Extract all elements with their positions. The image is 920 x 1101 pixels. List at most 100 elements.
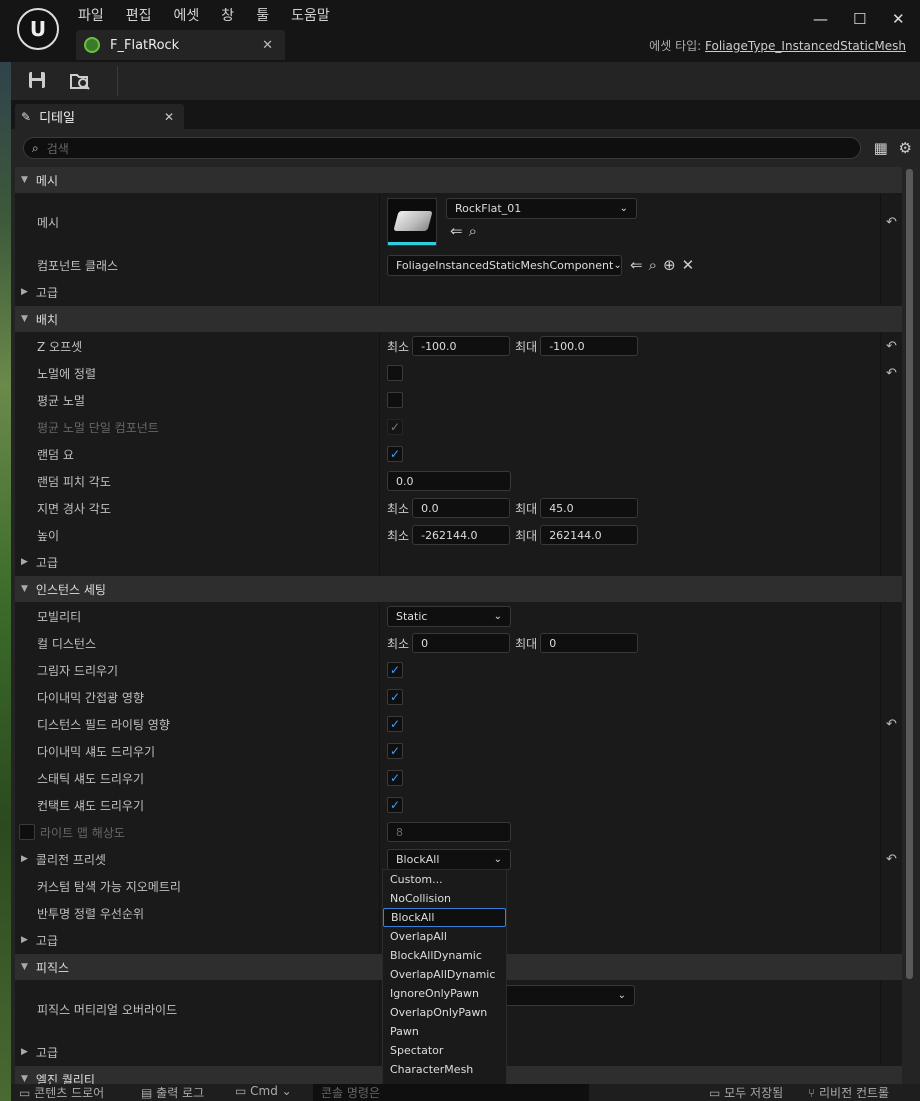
tab-details[interactable]: ✎ 디테일 ✕ <box>15 104 184 129</box>
dropdown-option[interactable]: Spectator <box>383 1041 506 1060</box>
menu-window[interactable]: 창 <box>221 5 234 25</box>
category-mesh[interactable]: ▼ 메시 <box>15 167 902 194</box>
cast-contact-shadow-checkbox[interactable] <box>387 797 403 813</box>
browse-icon[interactable]: ⌕ <box>469 222 477 240</box>
component-class-combo[interactable]: FoliageInstancedStaticMeshComponent ⌄ <box>387 254 622 276</box>
random-yaw-checkbox[interactable] <box>387 446 403 462</box>
reset-icon[interactable]: ↶ <box>880 711 902 737</box>
height-max-input[interactable]: 262144.0 <box>540 525 639 545</box>
use-selected-icon[interactable]: ⇐ <box>630 256 643 274</box>
cull-max-input[interactable]: 0 <box>540 633 639 653</box>
prop-affect-df-lighting: 디스턴스 필드 라이팅 영향 ↶ <box>15 711 902 738</box>
add-icon[interactable]: ⊕ <box>663 256 676 274</box>
dropdown-option[interactable]: NoCollision <box>383 889 506 908</box>
lightmap-override-checkbox[interactable] <box>19 824 35 840</box>
affect-dynamic-gi-checkbox[interactable] <box>387 689 403 705</box>
browse-icon[interactable]: ⌕ <box>649 256 657 274</box>
maximize-icon[interactable]: ☐ <box>853 10 866 28</box>
advanced-label: 고급 <box>35 933 59 948</box>
dropdown-option[interactable]: CharacterMesh <box>383 1060 506 1079</box>
search-input[interactable]: ⌕ 검색 <box>23 137 861 159</box>
reset-icon[interactable]: ↶ <box>880 846 902 872</box>
save-all-button[interactable]: ▭ 모두 저장됨 <box>709 1084 783 1101</box>
prop-align-normal: 노멀에 정렬 ↶ <box>15 360 902 387</box>
dropdown-option[interactable]: IgnoreOnlyPawn <box>383 984 506 1003</box>
prop-ground-slope: 지면 경사 각도 최소 0.0 최대 45.0 <box>15 495 902 522</box>
browse-asset-icon[interactable] <box>69 70 91 92</box>
toolbar <box>11 62 920 100</box>
prop-label: 그림자 드리우기 <box>37 663 119 678</box>
mesh-value: RockFlat_01 <box>455 202 522 215</box>
reset-icon[interactable]: ↶ <box>880 360 902 386</box>
dropdown-option[interactable]: OverlapOnlyPawn <box>383 1003 506 1022</box>
chevron-down-icon: ⌄ <box>493 853 502 865</box>
content-drawer-label: 콘텐츠 드로어 <box>34 1086 105 1100</box>
reset-icon[interactable]: ↶ <box>880 333 902 359</box>
max-label: 최대 <box>515 636 538 651</box>
title-bar: U 파일 편집 에셋 창 툴 도움말 — ☐ ✕ F_FlatRock ✕ 에셋… <box>0 0 920 62</box>
close-window-icon[interactable]: ✕ <box>892 10 905 28</box>
unreal-logo[interactable]: U <box>17 8 59 50</box>
cull-min-input[interactable]: 0 <box>412 633 511 653</box>
dropdown-option-selected[interactable]: BlockAll <box>383 908 506 927</box>
scrollbar[interactable] <box>906 169 913 979</box>
z-max-input[interactable]: -100.0 <box>540 336 639 356</box>
revision-control-button[interactable]: ⑂ 리비전 컨트롤 <box>808 1084 889 1101</box>
mobility-combo[interactable]: Static ⌄ <box>387 605 511 627</box>
random-pitch-input[interactable]: 0.0 <box>387 471 511 491</box>
revision-control-label: 리비전 컨트롤 <box>819 1086 890 1100</box>
asset-type-link[interactable]: FoliageType_InstancedStaticMesh <box>705 39 906 53</box>
close-tab-icon[interactable]: ✕ <box>262 38 273 53</box>
prop-label: 지면 경사 각도 <box>37 501 111 516</box>
cmd-button[interactable]: ▭ Cmd ⌄ <box>235 1084 292 1098</box>
main-menu: 파일 편집 에셋 창 툴 도움말 <box>78 5 352 25</box>
minimize-icon[interactable]: — <box>813 10 828 28</box>
output-log-label: 출력 로그 <box>156 1086 205 1100</box>
foliage-type-icon <box>84 37 100 53</box>
category-instance-settings[interactable]: ▼ 인스턴스 세팅 <box>15 576 902 603</box>
dropdown-option[interactable]: BlockAllDynamic <box>383 946 506 965</box>
dropdown-option[interactable]: Custom... <box>383 870 506 889</box>
cast-static-shadow-checkbox[interactable] <box>387 770 403 786</box>
cast-dynamic-shadow-checkbox[interactable] <box>387 743 403 759</box>
menu-file[interactable]: 파일 <box>78 5 104 25</box>
slope-max-input[interactable]: 45.0 <box>540 498 639 518</box>
clear-icon[interactable]: ✕ <box>682 256 695 274</box>
save-icon[interactable] <box>27 70 49 92</box>
advanced-placement[interactable]: ▶ 고급 <box>15 549 902 576</box>
dropdown-option[interactable]: OverlapAll <box>383 927 506 946</box>
mesh-combo[interactable]: RockFlat_01 ⌄ <box>446 198 637 219</box>
advanced-mesh[interactable]: ▶ 고급 <box>15 279 902 306</box>
cast-shadow-checkbox[interactable] <box>387 662 403 678</box>
mesh-thumbnail[interactable] <box>387 198 437 246</box>
collision-value: BlockAll <box>396 852 440 866</box>
chevron-down-icon: ⌄ <box>613 259 622 271</box>
menu-asset[interactable]: 에셋 <box>174 5 200 25</box>
reset-icon[interactable]: ↶ <box>880 194 902 251</box>
align-normal-checkbox[interactable] <box>387 365 403 381</box>
menu-help[interactable]: 도움말 <box>291 5 330 25</box>
prop-label: 반투명 정렬 우선순위 <box>37 906 144 921</box>
height-min-input[interactable]: -262144.0 <box>412 525 511 545</box>
dropdown-option[interactable]: OverlapAllDynamic <box>383 965 506 984</box>
close-details-icon[interactable]: ✕ <box>164 110 174 124</box>
output-log-button[interactable]: ▤ 출력 로그 <box>141 1084 204 1101</box>
menu-edit[interactable]: 편집 <box>126 5 152 25</box>
category-placement[interactable]: ▼ 배치 <box>15 306 902 333</box>
tab-f-flatrock[interactable]: F_FlatRock ✕ <box>76 30 285 60</box>
chevron-down-icon: ⌄ <box>619 203 628 214</box>
category-label: 인스턴스 세팅 <box>35 582 106 597</box>
settings-gear-icon[interactable]: ⚙ <box>899 139 912 157</box>
menu-tools[interactable]: 툴 <box>256 5 269 25</box>
avg-normal-checkbox[interactable] <box>387 392 403 408</box>
use-selected-icon[interactable]: ⇐ <box>450 222 463 240</box>
content-drawer-button[interactable]: ▭ 콘텐츠 드로어 <box>19 1084 104 1101</box>
affect-df-lighting-checkbox[interactable] <box>387 716 403 732</box>
table-view-icon[interactable]: ▦ <box>874 139 888 157</box>
z-min-input[interactable]: -100.0 <box>412 336 511 356</box>
prop-random-yaw: 랜덤 요 <box>15 441 902 468</box>
dropdown-option[interactable]: Pawn <box>383 1022 506 1041</box>
slope-min-input[interactable]: 0.0 <box>412 498 511 518</box>
console-input[interactable]: 콘솔 명령은 <box>313 1084 589 1101</box>
collision-combo[interactable]: BlockAll ⌄ <box>387 848 511 870</box>
